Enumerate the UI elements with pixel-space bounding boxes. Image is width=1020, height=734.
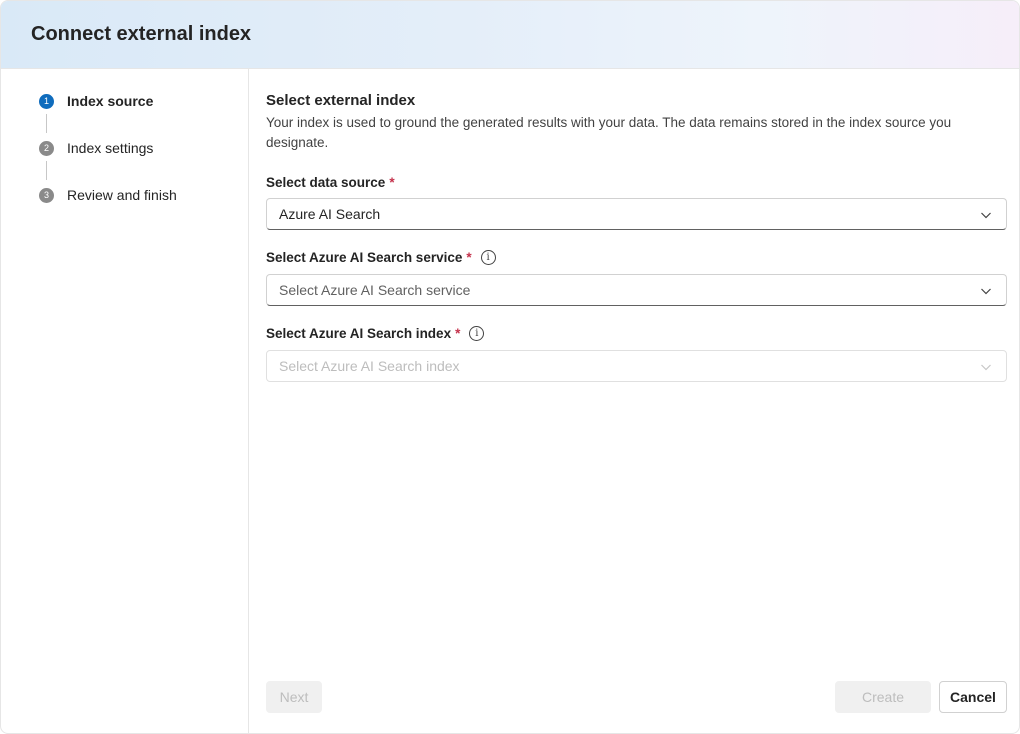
required-marker: *: [455, 326, 461, 341]
data-source-label-text: Select data source: [266, 175, 386, 190]
info-icon[interactable]: i: [480, 250, 496, 265]
section-heading: Select external index: [266, 92, 416, 109]
step-label: Review and finish: [67, 187, 177, 203]
step-number: 3: [39, 187, 54, 203]
chevron-down-icon: [981, 212, 991, 219]
next-button[interactable]: Next: [266, 681, 322, 713]
dialog-body: 1 Index source 2 Index settings 3 Review…: [1, 69, 1019, 733]
dialog-header: Connect external index: [1, 1, 1019, 69]
create-button[interactable]: Create: [835, 681, 931, 713]
search-service-label-text: Select Azure AI Search service: [266, 250, 463, 265]
step-index-settings[interactable]: 2 Index settings: [39, 140, 153, 156]
chevron-down-icon: [981, 288, 991, 295]
step-connector: [46, 161, 47, 180]
chevron-down-icon: [981, 364, 991, 371]
section-description: Your index is used to ground the generat…: [266, 115, 952, 150]
data-source-select[interactable]: Azure AI Search: [266, 198, 1007, 230]
search-index-label-text: Select Azure AI Search index: [266, 326, 452, 341]
search-index-select: Select Azure AI Search index: [266, 350, 1007, 382]
search-service-select[interactable]: Select Azure AI Search service: [266, 274, 1007, 306]
data-source-value: Azure AI Search: [279, 206, 381, 222]
step-index-source[interactable]: 1 Index source: [39, 93, 153, 109]
step-label: Index settings: [67, 140, 154, 156]
required-marker: *: [389, 175, 395, 190]
search-index-placeholder: Select Azure AI Search index: [279, 358, 460, 374]
required-marker: *: [466, 250, 472, 265]
step-number: 1: [39, 93, 54, 109]
step-label: Index source: [67, 93, 154, 109]
step-number: 2: [39, 140, 54, 156]
data-source-label: Select data source *: [266, 175, 395, 190]
cancel-button[interactable]: Cancel: [939, 681, 1007, 713]
search-index-label: Select Azure AI Search index * i: [266, 326, 485, 341]
main-panel: Select external index Your index is used…: [266, 69, 1007, 733]
step-connector: [46, 114, 47, 133]
wizard-steps: 1 Index source 2 Index settings 3 Review…: [1, 69, 249, 733]
search-service-label: Select Azure AI Search service * i: [266, 250, 496, 265]
step-review-and-finish[interactable]: 3 Review and finish: [39, 187, 177, 203]
search-service-placeholder: Select Azure AI Search service: [279, 282, 471, 298]
connect-external-index-dialog: Connect external index 1 Index source 2 …: [0, 0, 1020, 734]
info-icon[interactable]: i: [469, 326, 485, 341]
dialog-title: Connect external index: [31, 23, 252, 45]
